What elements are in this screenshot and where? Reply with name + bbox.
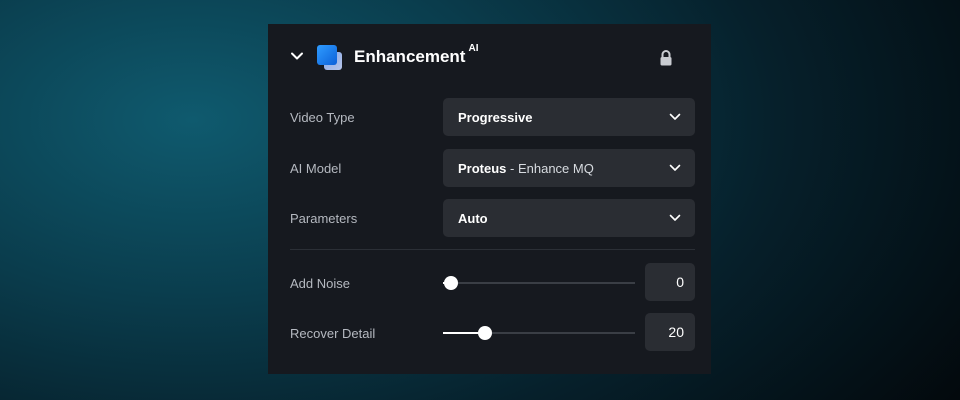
slider-thumb[interactable] — [443, 276, 458, 290]
recover-detail-label: Recover Detail — [290, 326, 376, 341]
chevron-down-icon — [669, 162, 681, 174]
ai-model-label: AI Model — [290, 161, 342, 176]
section-divider — [290, 249, 695, 250]
add-noise-value[interactable]: 0 — [645, 263, 695, 301]
ai-badge: AI — [468, 43, 479, 55]
video-type-label: Video Type — [290, 110, 355, 125]
parameters-label: Parameters — [290, 211, 358, 226]
video-type-select[interactable]: Progressive — [443, 98, 695, 136]
chevron-down-icon — [669, 212, 681, 224]
enhancement-panel: Enhancement AI Video Type Progressive AI … — [268, 24, 711, 374]
panel-header[interactable]: Enhancement AI — [268, 24, 711, 92]
video-type-value: Progressive — [458, 109, 533, 125]
chevron-down-icon — [669, 111, 681, 123]
ai-model-value: Proteus — [458, 160, 507, 176]
panel-title: Enhancement AI — [354, 43, 479, 66]
lock-icon[interactable] — [658, 49, 674, 67]
add-noise-label: Add Noise — [290, 276, 350, 291]
recover-detail-value[interactable]: 20 — [645, 313, 695, 351]
recover-detail-slider[interactable] — [443, 325, 635, 341]
enhancement-app-icon — [316, 44, 344, 72]
slider-thumb[interactable] — [478, 326, 493, 340]
slider-track — [443, 282, 635, 284]
chevron-down-icon[interactable] — [290, 49, 304, 63]
parameters-value: Auto — [458, 210, 488, 226]
add-noise-slider[interactable] — [443, 275, 635, 291]
parameters-select[interactable]: Auto — [443, 199, 695, 237]
ai-model-select[interactable]: Proteus - Enhance MQ — [443, 149, 695, 187]
ai-model-variant: - Enhance MQ — [506, 160, 594, 176]
